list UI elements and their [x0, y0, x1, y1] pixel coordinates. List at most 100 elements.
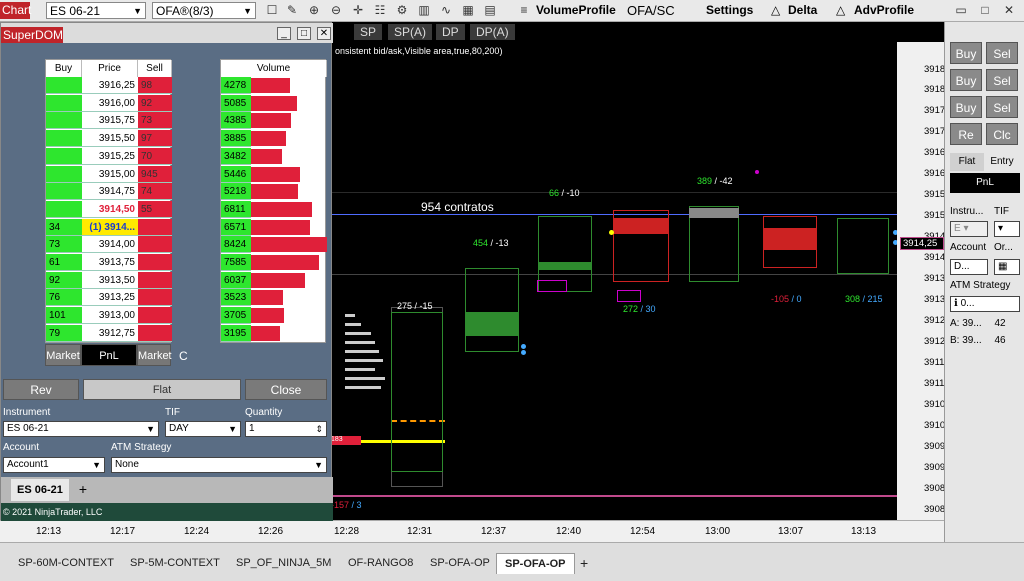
sell-cell[interactable]: 945 [138, 165, 172, 183]
tab-sp-a[interactable]: SP(A) [388, 24, 433, 40]
menu-icon[interactable]: ≡ [516, 2, 532, 19]
tab-sp-ofa-op-active[interactable]: SP-OFA-OP [496, 553, 575, 574]
add-tab-button[interactable]: + [75, 479, 91, 499]
buy-cell[interactable]: 92 [46, 271, 82, 289]
maximize-icon[interactable]: □ [977, 2, 993, 19]
indicator-icon[interactable]: ∿ [438, 2, 454, 19]
settings-button[interactable]: Settings [706, 2, 753, 19]
atm-strategy-select[interactable]: ℹ 0... [950, 296, 1020, 312]
tab-sp-ofa-op[interactable]: SP-OFA-OP [422, 553, 498, 574]
chart-area[interactable]: onsistent bid/ask,Visible area,true,80,2… [330, 42, 944, 520]
tab-sp-60m-context[interactable]: SP-60M-CONTEXT [10, 553, 122, 574]
sell-cell[interactable]: 74 [138, 183, 172, 201]
checkbox-icon[interactable]: ☐ [264, 2, 280, 19]
price-cell[interactable]: 3913,00 [82, 307, 138, 325]
tab-dp[interactable]: DP [436, 24, 465, 40]
sell-cell[interactable]: 70 [138, 147, 172, 165]
buy-cell[interactable]: 79 [46, 324, 82, 342]
reverse-button[interactable]: Re [950, 123, 982, 145]
sell-cell[interactable]: 73 [138, 112, 172, 130]
price-cell[interactable]: 3915,75 [82, 112, 138, 130]
buy-cell[interactable] [46, 130, 82, 148]
price-cell[interactable]: 3912,75 [82, 324, 138, 342]
price-cell[interactable]: 3914,00 [82, 236, 138, 254]
close-icon[interactable]: ✕ [317, 27, 331, 40]
buy-cell[interactable]: 73 [46, 236, 82, 254]
zoom-in-icon[interactable]: ⊕ [306, 2, 322, 19]
properties-icon[interactable]: ☷ [372, 2, 388, 19]
price-cell[interactable]: 3915,50 [82, 130, 138, 148]
buy-cell[interactable]: 101 [46, 307, 82, 325]
adv-profile-button[interactable]: AdvProfile [854, 2, 914, 19]
tab-es-06-21[interactable]: ES 06-21 [11, 479, 69, 501]
sell-cell[interactable] [138, 307, 172, 325]
price-cell[interactable]: 3914,75 [82, 183, 138, 201]
account-select[interactable]: D... [950, 259, 988, 275]
buy-cell[interactable] [46, 183, 82, 201]
buy-button[interactable]: Buy [950, 69, 982, 91]
rev-button[interactable]: Rev [3, 379, 79, 400]
crosshair-icon[interactable]: ✛ [350, 2, 366, 19]
superdom-titlebar[interactable]: SuperDOM _ □ ✕ [1, 23, 333, 43]
tab-sp[interactable]: SP [354, 24, 383, 40]
quantity-stepper[interactable]: 1 ⇕ [245, 421, 327, 437]
indicator-select[interactable]: OFA®(8/3) ▼ [152, 2, 256, 19]
close-button[interactable]: Close [245, 379, 327, 400]
buy-cell[interactable] [46, 77, 82, 94]
sell-button[interactable]: Sel [986, 69, 1018, 91]
volume-profile-button[interactable]: VolumeProfile [536, 2, 616, 19]
buy-button[interactable]: Buy [950, 96, 982, 118]
market-buy-button[interactable]: Market [45, 344, 81, 366]
buy-cell[interactable] [46, 200, 82, 218]
tif-select[interactable]: DAY ▼ [165, 421, 241, 437]
close-position-button[interactable]: Clc [986, 123, 1018, 145]
maximize-icon[interactable]: □ [297, 27, 311, 40]
buy-cell[interactable] [46, 147, 82, 165]
delta-button[interactable]: Delta [788, 2, 817, 19]
buy-cell[interactable]: 61 [46, 254, 82, 271]
market-sell-button[interactable]: Market [137, 344, 172, 366]
price-cell[interactable]: 3914,50 [82, 200, 138, 218]
close-icon[interactable]: ✕ [1001, 2, 1017, 19]
buy-cell[interactable]: 34 [46, 218, 82, 236]
buy-cell[interactable]: 76 [46, 289, 82, 307]
instrument-select[interactable]: ES 06-21 ▼ [3, 421, 159, 437]
tab-of-rango8[interactable]: OF-RANGO8 [340, 553, 421, 574]
tab-sp-5m-context[interactable]: SP-5M-CONTEXT [122, 553, 228, 574]
instrument-select[interactable]: E ▾ [950, 221, 988, 237]
zoom-out-icon[interactable]: ⊖ [328, 2, 344, 19]
ofa-sc-button[interactable]: OFA/SC [627, 2, 675, 19]
stepper-icon[interactable]: ⇕ [315, 422, 323, 436]
price-cell[interactable]: 3913,75 [82, 254, 138, 271]
price-cell[interactable]: 3915,00 [82, 165, 138, 183]
price-cell[interactable]: (1) 3914... [82, 218, 138, 236]
tab-sp-of-ninja-5m[interactable]: SP_OF_NINJA_5M [228, 553, 339, 574]
sell-cell[interactable] [138, 271, 172, 289]
sell-cell[interactable] [138, 236, 172, 254]
tab-dp-a[interactable]: DP(A) [470, 24, 515, 40]
buy-cell[interactable] [46, 112, 82, 130]
pencil-icon[interactable]: ✎ [284, 2, 300, 19]
atm-strategy-select[interactable]: None ▼ [111, 457, 327, 473]
buy-button[interactable]: Buy [950, 42, 982, 64]
price-cell[interactable]: 3916,25 [82, 77, 138, 94]
sell-cell[interactable] [138, 218, 172, 236]
minimize-icon[interactable]: _ [277, 27, 291, 40]
sell-cell[interactable] [138, 254, 172, 271]
sell-cell[interactable]: 92 [138, 94, 172, 112]
price-cell[interactable]: 3916,00 [82, 94, 138, 112]
bars-icon[interactable]: ▥ [416, 2, 432, 19]
chart-tab[interactable]: Chart [0, 2, 31, 19]
sell-cell[interactable] [138, 289, 172, 307]
strategy-icon[interactable]: ⚙ [394, 2, 410, 19]
sell-cell[interactable]: 97 [138, 130, 172, 148]
price-cell[interactable]: 3913,25 [82, 289, 138, 307]
buy-cell[interactable] [46, 165, 82, 183]
flat-button[interactable]: Flat [83, 379, 241, 400]
account-select[interactable]: Account1 ▼ [3, 457, 105, 473]
instrument-select[interactable]: ES 06-21 ▼ [46, 2, 146, 19]
data-box-icon[interactable]: ▦ [460, 2, 476, 19]
sell-cell[interactable] [138, 324, 172, 342]
sell-button[interactable]: Sel [986, 96, 1018, 118]
buy-cell[interactable] [46, 94, 82, 112]
